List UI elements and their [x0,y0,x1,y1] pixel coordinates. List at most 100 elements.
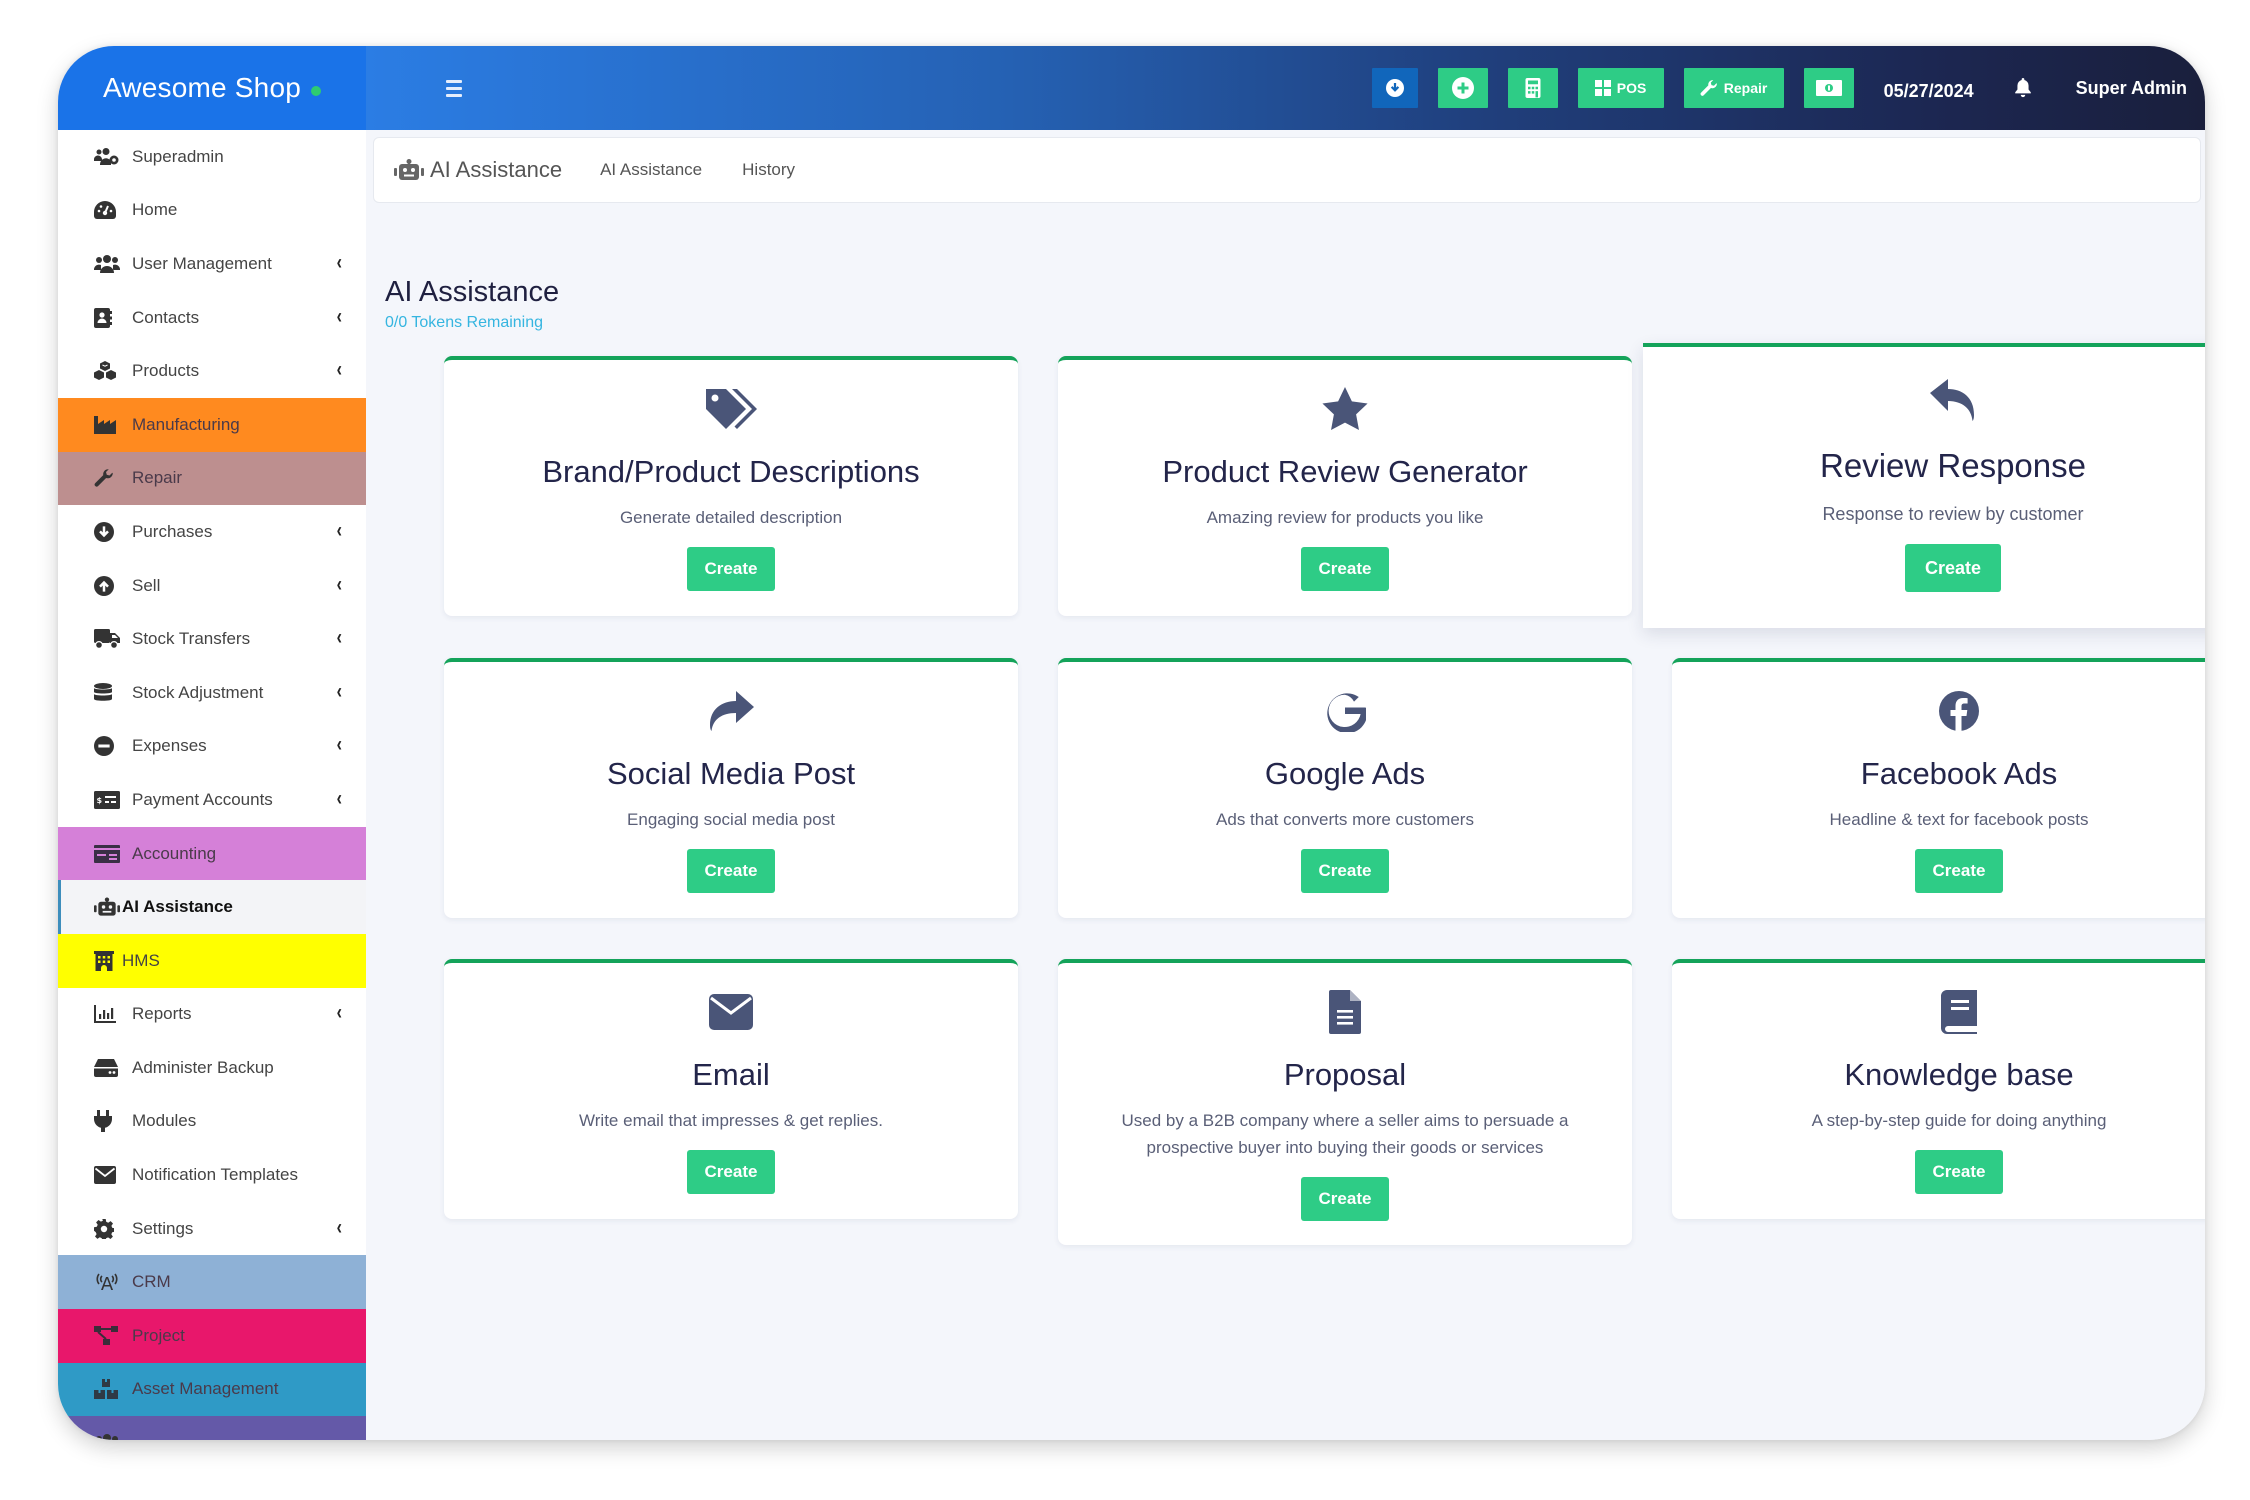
sidebar-item-label: Asset Management [132,1379,279,1399]
repair-button[interactable]: Repair [1683,68,1784,108]
tool-card-brand-product-descriptions: Brand/Product Descriptions Generate detai… [444,356,1018,616]
sidebar-item-label: Modules [132,1111,197,1131]
card-title: Social Media Post [606,756,856,791]
truck-icon [94,629,122,650]
minus-circle-icon [94,736,122,757]
chevron-left-icon: ‹ [336,1216,342,1240]
sidebar-item-user-management[interactable]: User Management ‹ [58,237,366,291]
cash-button[interactable] [1803,68,1854,108]
sidebar-item-stock-adjustment[interactable]: Stock Adjustment ‹ [58,666,366,720]
users-icon [94,1433,122,1440]
sidebar-item-notification-templates[interactable]: Notification Templates [58,1148,366,1202]
envelope-icon [709,987,753,1037]
notifications-bell-icon[interactable] [2014,78,2032,98]
pos-button-label: POS [1616,80,1647,96]
robot-icon [94,897,120,917]
sidebar-item-expenses[interactable]: Expenses ‹ [58,720,366,774]
repair-button-label: Repair [1723,80,1768,96]
sidebar-item-superadmin[interactable]: Superadmin [58,130,366,184]
wrench-icon [1700,80,1717,96]
sidebar-item-sell[interactable]: Sell ‹ [58,559,366,613]
tool-card-google-ads: Google Ads Ads that converts more custome… [1058,658,1632,918]
card-title: Email [692,1057,770,1092]
sidebar-item-home[interactable]: Home [58,184,366,238]
breadcrumb-link-history[interactable]: History [742,160,795,180]
card-title: Knowledge base [1844,1057,2074,1092]
project-diagram-icon [94,1325,122,1346]
cog-icon [94,1218,122,1239]
sidebar-item-more[interactable] [58,1416,366,1440]
sidebar-item-label: Settings [132,1218,194,1238]
add-button[interactable] [1437,68,1488,108]
hdd-icon [94,1058,122,1078]
sidebar-item-project[interactable]: Project [58,1309,366,1363]
card-description: Engaging social media post [627,810,835,829]
download-button[interactable] [1371,68,1418,108]
calculator-icon [1525,78,1541,98]
sidebar-item-ai-assistance[interactable]: AI Assistance [58,880,366,934]
chevron-left-icon: ‹ [336,305,342,328]
sidebar-item-contacts[interactable]: Contacts ‹ [58,291,366,345]
boxes-icon [94,1379,122,1400]
pos-button[interactable]: POS [1577,68,1664,108]
svg-text:$: $ [97,796,103,805]
broadcast-icon: A [94,1272,122,1292]
sidebar-item-label: Home [132,200,178,220]
sidebar-item-stock-transfers[interactable]: Stock Transfers ‹ [58,612,366,666]
sidebar-item-asset-management[interactable]: Asset Management [58,1362,366,1417]
sidebar-item-label: Contacts [132,307,200,327]
sidebar-item-accounting[interactable]: Accounting [58,826,366,881]
plug-icon [94,1110,122,1133]
breadcrumb-title: AI Assistance [394,157,562,183]
sidebar-item-crm[interactable]: A CRM [58,1255,366,1310]
book-icon [1941,987,1977,1037]
sidebar-item-repair[interactable]: Repair [58,451,366,506]
calculator-button[interactable] [1507,68,1558,108]
create-button[interactable]: Create [686,547,776,591]
create-button[interactable]: Create [1300,547,1390,591]
sidebar-item-label: CRM [132,1272,171,1292]
breadcrumb-title-text: AI Assistance [430,157,563,182]
sidebar-item-administer-backup[interactable]: Administer Backup [58,1041,366,1095]
tool-card-review-response: Review Response Response to review by cus… [1643,343,2205,628]
breadcrumb-link-ai-assistance[interactable]: AI Assistance [600,160,702,180]
create-button[interactable]: Create [686,1150,776,1194]
database-icon [94,682,122,703]
sidebar-item-purchases[interactable]: Purchases ‹ [58,505,366,559]
user-menu[interactable]: Super Admin [2076,78,2187,99]
users-icon [94,254,122,274]
tool-card-facebook-ads: Facebook Ads Headline & text for facebook… [1672,658,2205,918]
sidebar-item-label: HMS [122,950,160,970]
sidebar-item-settings[interactable]: Settings ‹ [58,1202,366,1256]
sidebar-item-label: Expenses [132,736,207,756]
create-button[interactable]: Create [1300,849,1390,893]
chevron-left-icon: ‹ [336,627,342,650]
menu-toggle-icon[interactable] [446,79,462,97]
card-title: Brand/Product Descriptions [542,454,920,489]
current-date: 05/27/2024 [1883,80,1974,101]
card-description: Response to review by customer [1822,504,2084,524]
chart-bar-icon [94,1004,122,1024]
sidebar-item-label: Reports [132,1004,192,1024]
sidebar-item-hms[interactable]: HMS [58,933,366,988]
sidebar-item-modules[interactable]: Modules [58,1095,366,1149]
main-content: AI Assistance AI Assistance History AI A… [366,130,2205,1440]
sidebar-item-products[interactable]: Products ‹ [58,344,366,398]
address-book-icon [94,307,122,328]
sidebar-item-label: Superadmin [132,146,224,166]
sidebar-item-label: Products [132,361,200,381]
create-button[interactable]: Create [1904,544,2002,592]
sidebar-item-manufacturing[interactable]: Manufacturing [58,397,366,452]
brand-logo[interactable]: Awesome Shop [58,46,366,130]
sidebar-item-reports[interactable]: Reports ‹ [58,988,366,1042]
create-button[interactable]: Create [1300,1177,1390,1221]
create-button[interactable]: Create [686,849,776,893]
tool-card-email: Email Write email that impresses & get re… [444,959,1018,1219]
envelope-icon [94,1165,122,1185]
create-button[interactable]: Create [1914,1150,2004,1194]
card-description: Generate detailed description [619,508,843,527]
sidebar-item-payment-accounts[interactable]: $ Payment Accounts ‹ [58,773,366,827]
share-icon [708,686,754,736]
create-button[interactable]: Create [1914,849,2004,893]
arrow-circle-down-icon [1385,79,1404,97]
